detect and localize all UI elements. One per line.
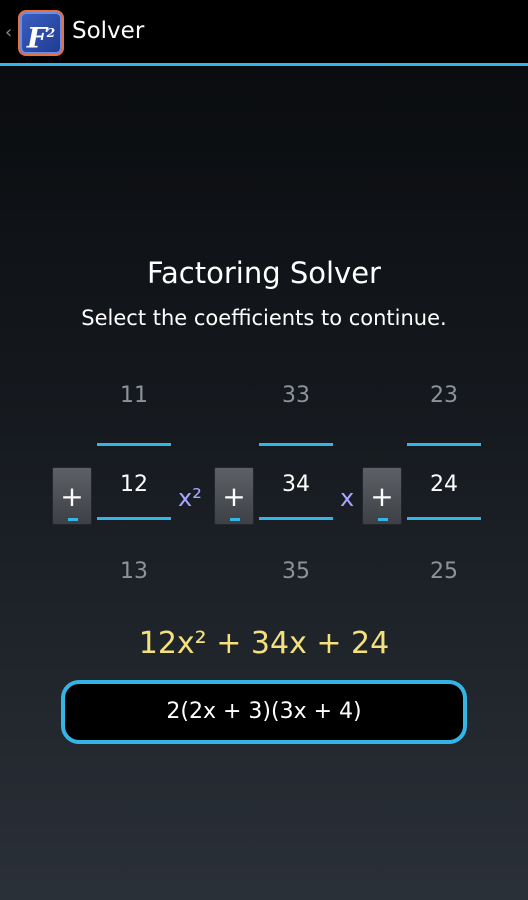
picker-a-next[interactable]: 13 [97,559,171,584]
picker-a-bottom-line [97,517,171,520]
increment-a-button[interactable]: + [52,467,92,525]
page-subtitle: Select the coefficients to continue. [81,306,447,330]
picker-a-current[interactable]: 12 [97,472,171,497]
result-text: 2(2x + 3)(3x + 4) [166,699,362,724]
app-icon-letter: F [26,21,47,55]
up-caret-icon[interactable]: ‹ [5,22,12,43]
plus-icon: + [60,480,84,513]
picker-a-top-line [97,443,171,446]
x-squared-label: x² [178,484,202,512]
action-bar: ‹ F2 Solver [0,0,528,66]
picker-c-next[interactable]: 25 [407,559,481,584]
picker-b-current[interactable]: 34 [259,472,333,497]
button-indicator [378,518,388,521]
picker-c-current[interactable]: 24 [407,472,481,497]
app-icon[interactable]: F2 [18,10,64,56]
picker-b-bottom-line [259,517,333,520]
plus-icon: + [222,480,246,513]
x-label: x [340,484,355,512]
picker-b-top-line [259,443,333,446]
button-indicator [230,518,240,521]
increment-b-button[interactable]: + [214,467,254,525]
picker-c-prev[interactable]: 23 [407,383,481,408]
result-box: 2(2x + 3)(3x + 4) [61,680,467,744]
equation-display: 12x² + 34x + 24 [138,626,390,661]
button-indicator [68,518,78,521]
actionbar-title: Solver [72,18,145,44]
picker-b-prev[interactable]: 33 [259,383,333,408]
increment-c-button[interactable]: + [362,467,402,525]
picker-c-top-line [407,443,481,446]
picker-c-bottom-line [407,517,481,520]
picker-a-prev[interactable]: 11 [97,383,171,408]
page-title: Factoring Solver [147,256,381,290]
plus-icon: + [370,480,394,513]
picker-b-next[interactable]: 35 [259,559,333,584]
app-icon-superscript: 2 [46,26,56,40]
